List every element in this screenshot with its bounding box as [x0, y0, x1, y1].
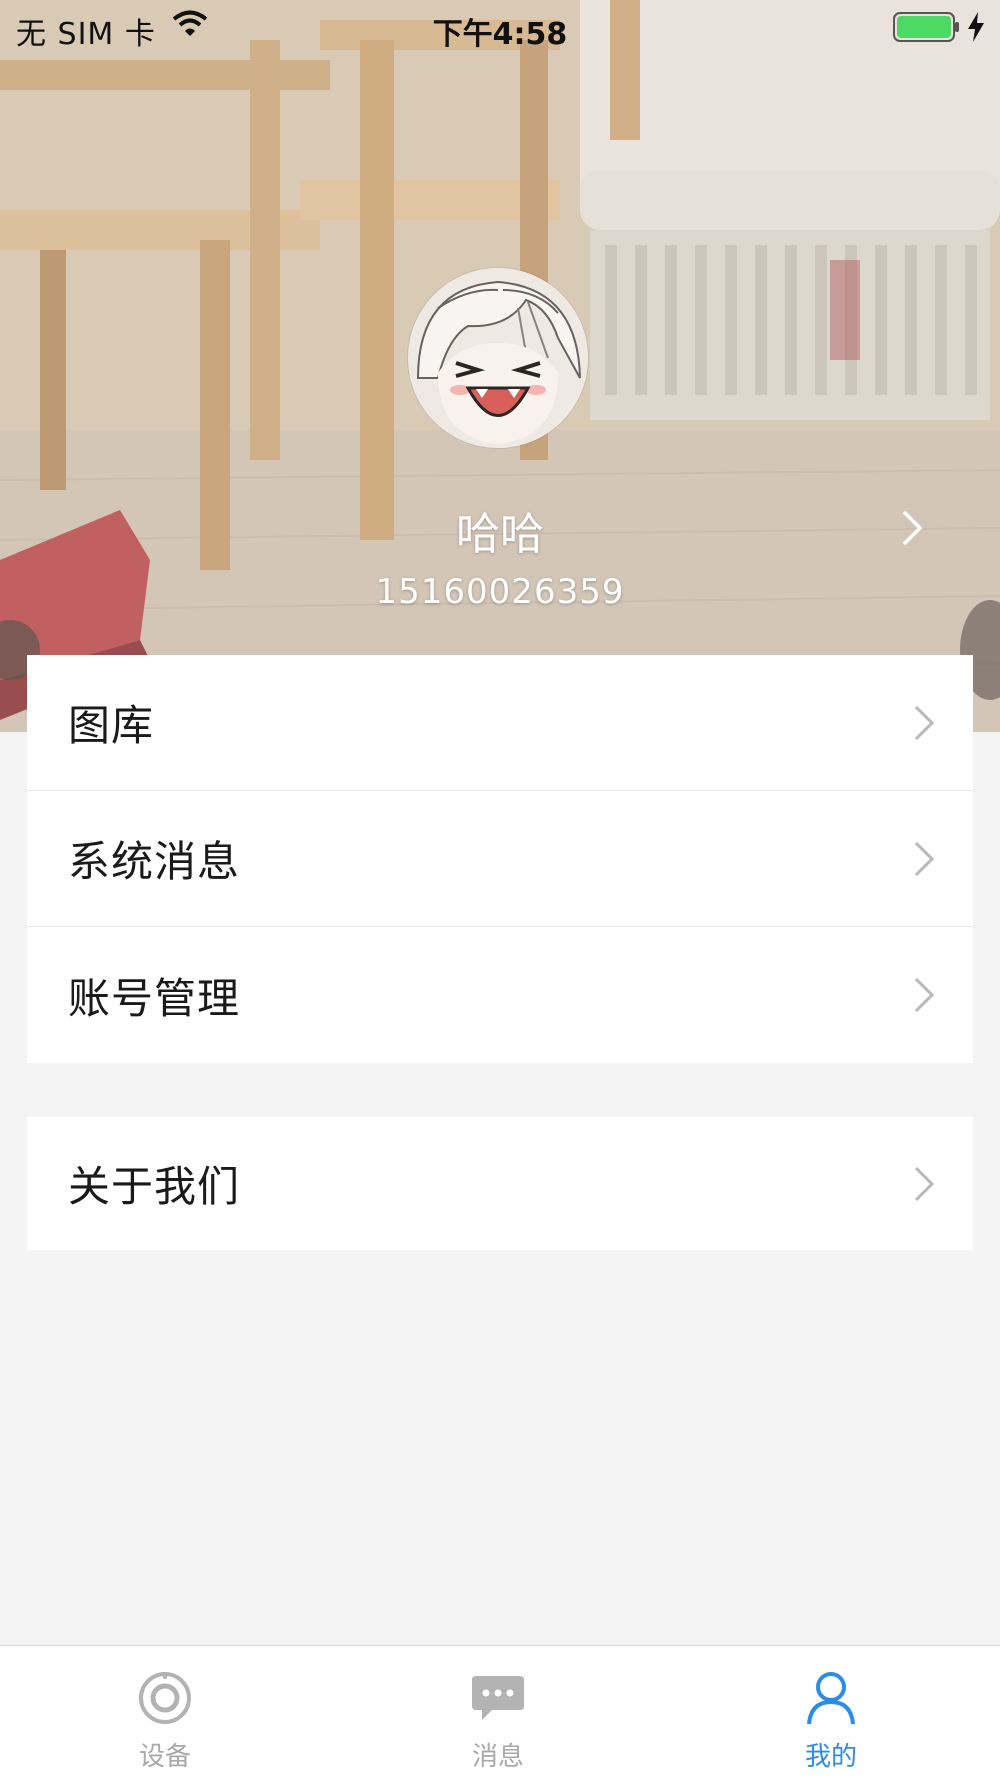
- status-time: 下午4:58: [432, 17, 568, 52]
- menu-item-account-management[interactable]: 账号管理: [27, 927, 973, 1063]
- tab-devices[interactable]: 设备: [65, 1646, 265, 1778]
- menu-item-gallery[interactable]: 图库: [27, 655, 973, 791]
- tab-label: 设备: [138, 1742, 191, 1772]
- chevron-right-icon: [914, 1166, 935, 1201]
- menu-item-label: 系统消息: [68, 837, 241, 886]
- menu-item-label: 账号管理: [68, 973, 241, 1023]
- profile-name[interactable]: 哈哈: [0, 498, 1000, 562]
- status-bar: 无 SIM 卡 下午4:58: [0, 0, 1000, 56]
- tab-bar: 设备 消息 我的: [0, 1645, 1000, 1778]
- tab-mine[interactable]: 我的: [731, 1646, 931, 1778]
- menu-item-label: 关于我们: [68, 1162, 241, 1211]
- tab-messages[interactable]: 消息: [398, 1646, 598, 1778]
- chevron-right-icon: [914, 841, 935, 876]
- person-icon: [807, 1672, 855, 1725]
- avatar-image: [408, 268, 588, 448]
- menu-item-about-us[interactable]: 关于我们: [27, 1117, 973, 1250]
- chevron-right-icon: [914, 977, 935, 1013]
- profile-phone: 15160026359: [375, 572, 625, 612]
- charging-bolt-icon: [968, 12, 984, 42]
- device-icon: [139, 1672, 191, 1724]
- chevron-right-icon: [914, 705, 935, 740]
- avatar[interactable]: [408, 268, 588, 448]
- battery-icon: [893, 12, 959, 42]
- tab-label: 我的: [804, 1742, 857, 1772]
- menu-item-label: 图库: [68, 701, 155, 750]
- menu-group-main: 图库 系统消息 账号管理: [27, 655, 973, 1063]
- menu-group-about: 关于我们: [27, 1117, 973, 1250]
- chevron-right-icon[interactable]: [900, 508, 924, 548]
- tab-label: 消息: [471, 1742, 524, 1772]
- message-icon: [472, 1676, 524, 1720]
- menu-item-system-messages[interactable]: 系统消息: [27, 791, 973, 927]
